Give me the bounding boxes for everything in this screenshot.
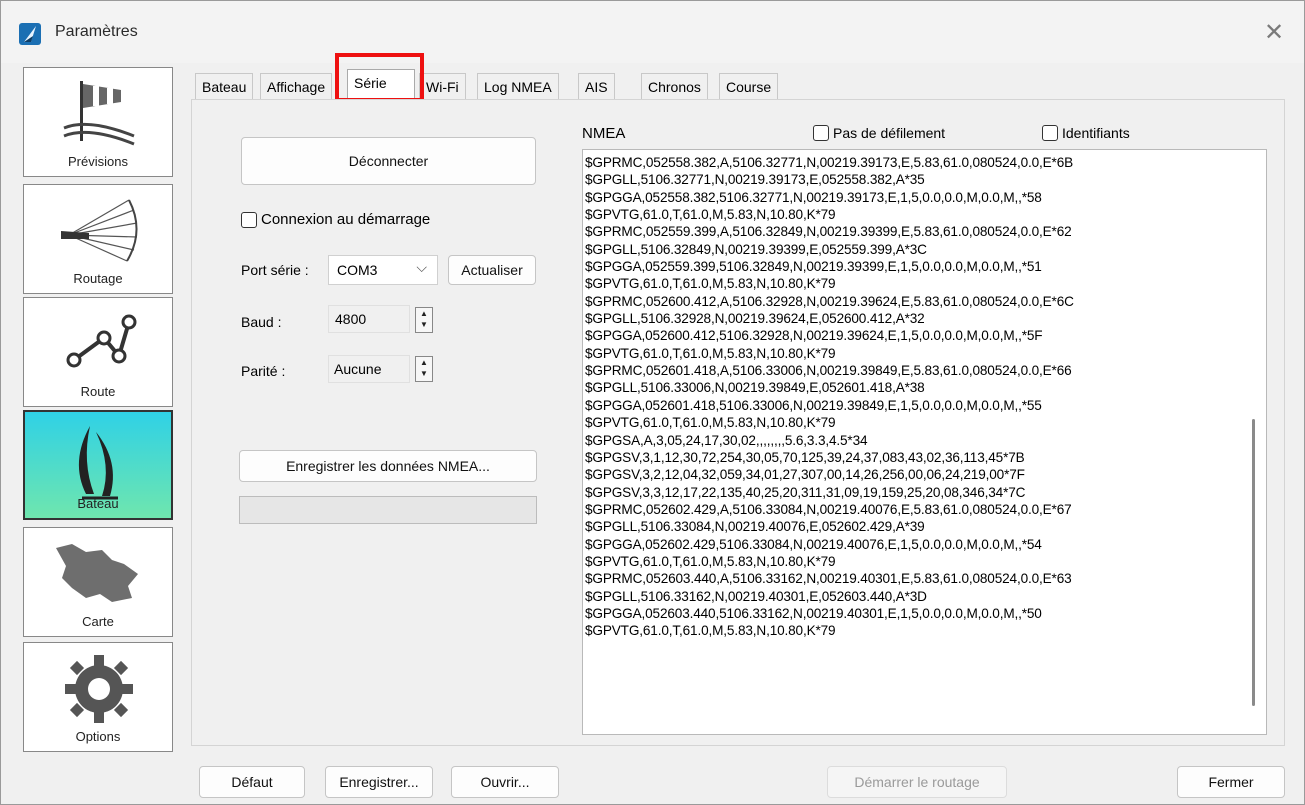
baud-stepper[interactable]: ▲ ▼: [415, 307, 433, 333]
title-bar: Paramètres ✕: [1, 1, 1304, 63]
sidebar-item-label: Prévisions: [68, 154, 128, 169]
sidebar-item-carte[interactable]: Carte: [23, 527, 173, 637]
open-button[interactable]: Ouvrir...: [451, 766, 559, 798]
app-logo-icon: [19, 23, 41, 45]
nmea-line: $GPGLL,5106.33084,N,00219.40076,E,052602…: [585, 519, 925, 535]
nmea-scrollbar[interactable]: [1252, 419, 1255, 706]
nmea-line: $GPGGA,052601.418,5106.33006,N,00219.398…: [585, 397, 1042, 413]
nmea-line: $GPGLL,5106.32849,N,00219.39399,E,052559…: [585, 241, 927, 257]
sidebar-item-label: Bateau: [77, 496, 119, 511]
map-region-icon: [56, 544, 138, 602]
sidebar-item-label: Route: [80, 384, 116, 399]
no-scroll-label: Pas de défilement: [833, 125, 946, 141]
nmea-line: $GPGSV,3,3,12,17,22,135,40,25,20,311,31,…: [585, 484, 1026, 500]
parity-stepper[interactable]: ▲ ▼: [415, 356, 433, 382]
nmea-line: $GPGGA,052558.382,5106.32771,N,00219.391…: [585, 189, 1042, 205]
baud-value: 4800: [335, 311, 367, 327]
sidebar: Prévisions Routage Route Bateau Carte Op…: [19, 67, 177, 752]
baud-field[interactable]: 4800: [328, 305, 410, 333]
record-nmea-button[interactable]: Enregistrer les données NMEA...: [239, 450, 537, 482]
stepper-up-icon[interactable]: ▲: [416, 357, 432, 368]
gear-icon: [65, 655, 133, 723]
nmea-line: $GPGGA,052559.399,5106.32849,N,00219.393…: [585, 259, 1042, 275]
sidebar-item-previsions[interactable]: Prévisions: [23, 67, 173, 177]
stepper-up-icon[interactable]: ▲: [416, 308, 432, 319]
tab-chronos[interactable]: Chronos: [641, 73, 708, 99]
nmea-line: $GPGSV,3,1,12,30,72,254,30,05,70,125,39,…: [585, 449, 1025, 465]
port-value: COM3: [337, 262, 378, 278]
nmea-line: $GPRMC,052601.418,A,5106.33006,N,00219.3…: [585, 363, 1072, 379]
routing-fan-icon: [61, 199, 138, 262]
default-button[interactable]: Défaut: [199, 766, 305, 798]
sidebar-item-label: Routage: [73, 271, 123, 286]
connect-on-start-checkbox[interactable]: Connexion au démarrage: [241, 211, 430, 228]
route-waypoints-icon: [66, 314, 137, 368]
nmea-line: $GPRMC,052558.382,A,5106.32771,N,00219.3…: [585, 155, 1074, 170]
nmea-line: $GPRMC,052602.429,A,5106.33084,N,00219.4…: [585, 501, 1072, 517]
window-title: Paramètres: [55, 23, 138, 40]
nmea-lines: $GPRMC,052558.382,A,5106.32771,N,00219.3…: [583, 150, 1266, 640]
parity-value: Aucune: [334, 361, 382, 377]
settings-window: Paramètres ✕ Prévisions Routage Route Ba…: [0, 0, 1305, 805]
nmea-line: $GPVTG,61.0,T,61.0,M,5.83,N,10.80,K*79: [585, 345, 836, 361]
checkbox-box[interactable]: [1042, 125, 1058, 141]
nmea-line: $GPVTG,61.0,T,61.0,M,5.83,N,10.80,K*79: [585, 623, 836, 639]
start-routing-button[interactable]: Démarrer le routage: [827, 766, 1007, 798]
nmea-log-textarea[interactable]: $GPRMC,052558.382,A,5106.32771,N,00219.3…: [582, 149, 1267, 735]
sidebar-item-options[interactable]: Options: [23, 642, 173, 752]
tab-bateau[interactable]: Bateau: [195, 73, 254, 99]
checkbox-box[interactable]: [813, 125, 829, 141]
sidebar-item-routage[interactable]: Routage: [23, 184, 173, 294]
close-button[interactable]: Fermer: [1177, 766, 1285, 798]
no-scroll-checkbox[interactable]: Pas de défilement: [813, 125, 945, 141]
disconnect-button[interactable]: Déconnecter: [241, 137, 536, 185]
nmea-line: $GPVTG,61.0,T,61.0,M,5.83,N,10.80,K*79: [585, 415, 836, 431]
nmea-line: $GPGLL,5106.32928,N,00219.39624,E,052600…: [585, 311, 925, 327]
nmea-line: $GPGSV,3,2,12,04,32,059,34,01,27,307,00,…: [585, 467, 1025, 483]
nmea-line: $GPGGA,052602.429,5106.33084,N,00219.400…: [585, 536, 1042, 552]
sailboat-icon: [78, 426, 118, 500]
port-label: Port série :: [241, 262, 309, 278]
parity-field[interactable]: Aucune: [328, 355, 410, 383]
nmea-line: $GPRMC,052603.440,A,5106.33162,N,00219.4…: [585, 571, 1072, 587]
sidebar-item-bateau[interactable]: Bateau: [23, 410, 173, 520]
stepper-down-icon[interactable]: ▼: [416, 368, 432, 379]
tab-log-nmea[interactable]: Log NMEA: [477, 73, 559, 99]
sidebar-item-label: Carte: [82, 614, 114, 629]
close-icon[interactable]: ✕: [1260, 19, 1288, 47]
nmea-line: $GPVTG,61.0,T,61.0,M,5.83,N,10.80,K*79: [585, 553, 836, 569]
identifiers-label: Identifiants: [1062, 125, 1130, 141]
nmea-line: $GPRMC,052559.399,A,5106.32849,N,00219.3…: [585, 224, 1072, 240]
connect-on-start-label: Connexion au démarrage: [261, 211, 431, 228]
save-button[interactable]: Enregistrer...: [325, 766, 433, 798]
tab-ais[interactable]: AIS: [578, 73, 615, 99]
windsock-icon: [63, 81, 135, 146]
nmea-line: $GPGSA,A,3,05,24,17,30,02,,,,,,,,5.6,3.3…: [585, 432, 868, 448]
record-progress-bar: [239, 496, 537, 524]
nmea-line: $GPGLL,5106.32771,N,00219.39173,E,052558…: [585, 172, 925, 188]
sidebar-item-label: Options: [75, 729, 121, 744]
active-tab-highlight: [335, 53, 424, 102]
nmea-line: $GPRMC,052600.412,A,5106.32928,N,00219.3…: [585, 293, 1074, 309]
tab-affichage[interactable]: Affichage: [260, 73, 333, 99]
baud-label: Baud :: [241, 314, 282, 330]
refresh-button[interactable]: Actualiser: [448, 255, 536, 285]
nmea-title: NMEA: [582, 125, 626, 142]
nmea-line: $GPGLL,5106.33162,N,00219.40301,E,052603…: [585, 588, 927, 604]
chevron-down-icon: ⌵: [416, 259, 427, 275]
tab-course[interactable]: Course: [719, 73, 779, 99]
identifiers-checkbox[interactable]: Identifiants: [1042, 125, 1130, 141]
parity-label: Parité :: [241, 363, 286, 379]
port-select[interactable]: COM3 ⌵: [328, 255, 438, 285]
nmea-line: $GPGGA,052600.412,5106.32928,N,00219.396…: [585, 328, 1043, 344]
checkbox-box[interactable]: [241, 211, 257, 228]
stepper-down-icon[interactable]: ▼: [416, 319, 432, 330]
nmea-line: $GPGGA,052603.440,5106.33162,N,00219.403…: [585, 605, 1042, 621]
tab-wifi[interactable]: Wi-Fi: [419, 73, 466, 99]
nmea-line: $GPVTG,61.0,T,61.0,M,5.83,N,10.80,K*79: [585, 207, 836, 223]
nmea-line: $GPGLL,5106.33006,N,00219.39849,E,052601…: [585, 380, 925, 396]
nmea-line: $GPVTG,61.0,T,61.0,M,5.83,N,10.80,K*79: [585, 276, 836, 292]
sidebar-item-route[interactable]: Route: [23, 297, 173, 407]
